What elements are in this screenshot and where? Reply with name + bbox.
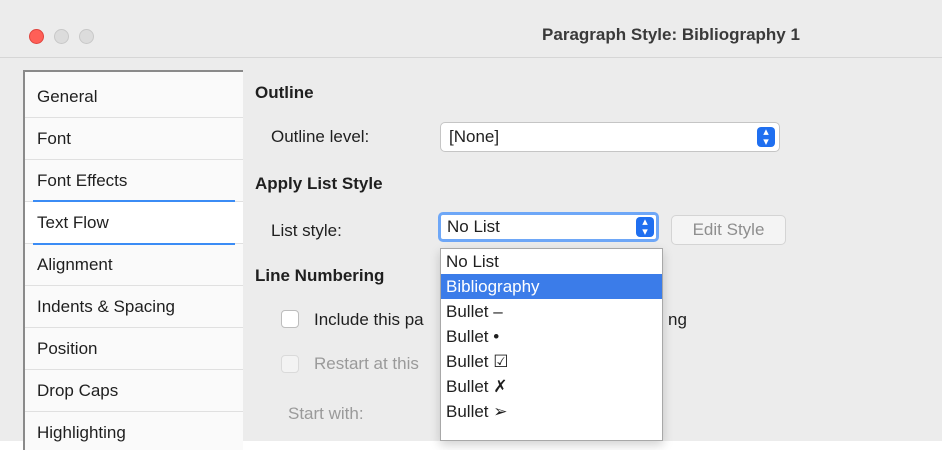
tab-general[interactable]: General — [25, 72, 243, 118]
tab-font[interactable]: Font — [25, 118, 243, 160]
tab-highlighting[interactable]: Highlighting — [25, 412, 243, 450]
title-bar: Paragraph Style: Bibliography 1 — [0, 0, 942, 58]
outline-level-value: [None] — [449, 127, 500, 146]
include-line-numbering-label-end: ng — [668, 310, 687, 329]
include-line-numbering-label: Include this pa — [314, 310, 424, 329]
tab-text-flow[interactable]: Text Flow — [25, 200, 243, 245]
outline-level-select[interactable]: [None] ▴ ▾ — [440, 122, 780, 152]
restart-numbering-checkbox[interactable] — [281, 355, 299, 373]
stepper-icon: ▴ ▾ — [757, 127, 775, 148]
restart-numbering-label: Restart at this — [314, 354, 419, 373]
tab-font-effects[interactable]: Font Effects — [25, 160, 243, 202]
outline-level-label: Outline level: — [271, 127, 370, 146]
tab-alignment[interactable]: Alignment — [25, 244, 243, 286]
list-style-option-bullet-dash[interactable]: Bullet – — [441, 299, 662, 324]
list-style-dropdown: No List Bibliography Bullet – Bullet • B… — [440, 248, 663, 441]
list-style-option-bullet-dot[interactable]: Bullet • — [441, 324, 662, 349]
edit-style-button[interactable]: Edit Style — [671, 215, 786, 245]
stepper-icon: ▴ ▾ — [636, 217, 654, 238]
sidebar-tab-list: General Font Font Effects Text Flow Alig… — [23, 70, 243, 450]
list-style-option-no-list[interactable]: No List — [441, 249, 662, 274]
list-style-option-bullet-x[interactable]: Bullet ✗ — [441, 374, 662, 399]
list-style-option-bullet-arrow[interactable]: Bullet ➢ — [441, 399, 662, 424]
window-title: Paragraph Style: Bibliography 1 — [542, 25, 800, 44]
list-style-option-bibliography[interactable]: Bibliography — [441, 274, 662, 299]
list-style-option-bullet-checkbox[interactable]: Bullet ☑ — [441, 349, 662, 374]
line-numbering-heading: Line Numbering — [255, 266, 385, 285]
tab-position[interactable]: Position — [25, 328, 243, 370]
start-with-label: Start with: — [288, 404, 364, 423]
outline-heading: Outline — [255, 83, 314, 102]
list-style-select[interactable]: No List ▴ ▾ — [438, 212, 659, 242]
tab-indents-spacing[interactable]: Indents & Spacing — [25, 286, 243, 328]
list-style-value: No List — [447, 217, 500, 236]
include-line-numbering-checkbox[interactable] — [281, 310, 299, 328]
apply-list-style-heading: Apply List Style — [255, 174, 383, 193]
tab-drop-caps[interactable]: Drop Caps — [25, 370, 243, 412]
list-style-label: List style: — [271, 221, 342, 240]
